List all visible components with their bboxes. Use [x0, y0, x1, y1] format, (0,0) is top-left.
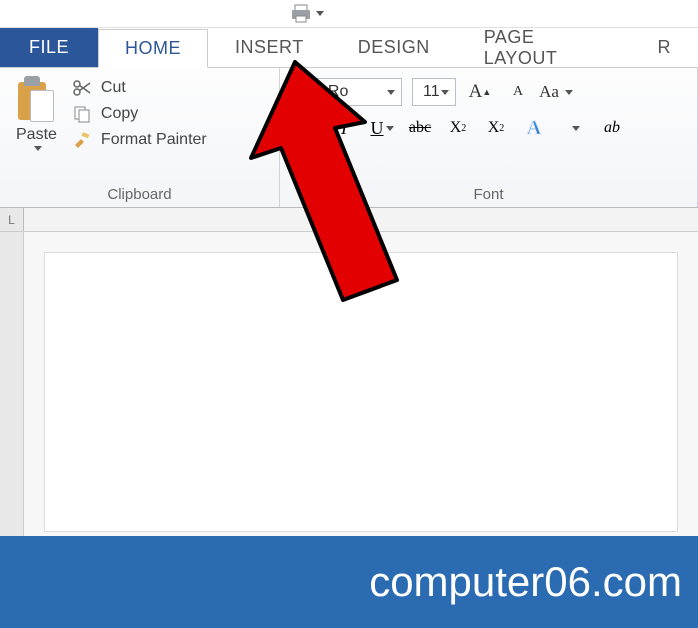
group-font: ew Ro 11 A▲ A Aa [280, 68, 698, 207]
shrink-font-button[interactable]: A [504, 78, 532, 106]
horizontal-ruler[interactable]: L [0, 208, 698, 232]
tab-page-layout[interactable]: PAGE LAYOUT [457, 28, 631, 67]
tab-insert[interactable]: INSERT [208, 28, 331, 67]
italic-button[interactable]: I [330, 114, 358, 142]
cut-button[interactable]: Cut [71, 78, 207, 98]
grow-font-button[interactable]: A▲ [466, 78, 494, 106]
format-painter-button[interactable]: Format Painter [71, 130, 207, 150]
highlight-button[interactable]: ab [598, 114, 626, 142]
chevron-down-icon [386, 126, 394, 131]
page-space [24, 232, 698, 552]
underline-button[interactable]: U [368, 114, 396, 142]
chevron-down-icon [572, 126, 580, 131]
ruler-body [24, 208, 698, 231]
group-clipboard: Paste Cut [0, 68, 280, 207]
group-label-clipboard: Clipboard [8, 182, 271, 205]
copy-label: Copy [101, 105, 138, 123]
copy-button[interactable]: Copy [71, 104, 207, 124]
copy-icon [71, 104, 93, 124]
bold-button[interactable]: B [292, 114, 320, 142]
ribbon: Paste Cut [0, 68, 698, 208]
font-size-combo[interactable]: 11 [412, 78, 456, 106]
paste-button[interactable]: Paste [8, 72, 65, 182]
chevron-down-icon [316, 11, 324, 16]
superscript-button[interactable]: X2 [482, 114, 510, 142]
font-name-value: ew Ro [303, 83, 348, 101]
font-size-value: 11 [423, 83, 440, 101]
ribbon-tabbar: FILE HOME INSERT DESIGN PAGE LAYOUT R [0, 28, 698, 68]
watermark-text: computer06.com [369, 558, 682, 606]
text-effects-button[interactable]: A [520, 114, 548, 142]
chevron-down-icon [387, 90, 395, 95]
paste-label: Paste [16, 126, 57, 144]
chevron-down-icon [565, 90, 573, 95]
subscript-button[interactable]: X2 [444, 114, 472, 142]
tab-home[interactable]: HOME [98, 29, 208, 68]
paste-icon [16, 76, 56, 124]
tab-design[interactable]: DESIGN [331, 28, 457, 67]
format-painter-label: Format Painter [101, 131, 207, 149]
chevron-down-icon [441, 90, 449, 95]
vertical-ruler[interactable] [0, 232, 24, 552]
quick-access-toolbar [0, 0, 698, 28]
document-area [0, 232, 698, 552]
scissors-icon [71, 78, 93, 98]
font-name-combo[interactable]: ew Ro [292, 78, 402, 106]
brush-icon [71, 130, 93, 150]
chevron-down-icon[interactable] [34, 146, 42, 151]
tab-file[interactable]: FILE [0, 28, 98, 67]
cut-label: Cut [101, 79, 126, 97]
document-page[interactable] [44, 252, 678, 532]
ruler-corner: L [0, 208, 24, 231]
print-icon [290, 4, 312, 24]
change-case-button[interactable]: Aa [542, 78, 570, 106]
strikethrough-button[interactable]: abc [406, 114, 434, 142]
watermark-bar: computer06.com [0, 536, 698, 628]
tab-references[interactable]: R [631, 28, 698, 67]
text-effects-dropdown[interactable] [560, 114, 588, 142]
qat-print[interactable] [290, 4, 324, 24]
group-label-font: Font [288, 182, 689, 205]
